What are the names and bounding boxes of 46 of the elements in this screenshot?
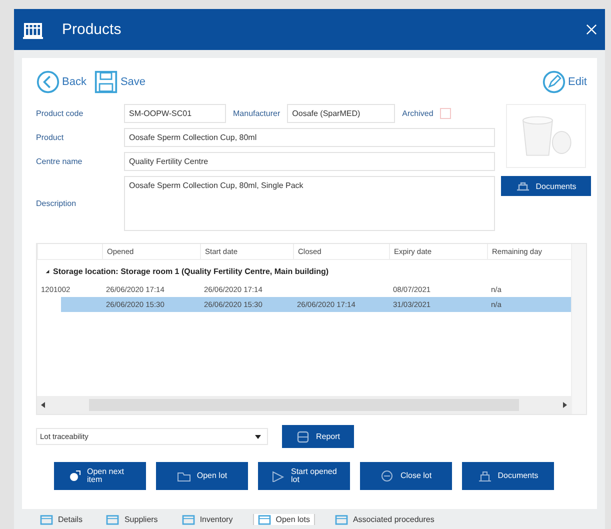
window-title: Products bbox=[62, 21, 122, 38]
group-header: Storage location: Storage room 1 (Quality Fertility Centre, Main building) bbox=[53, 266, 329, 276]
folder-icon bbox=[176, 470, 191, 482]
documents-button[interactable]: Documents bbox=[501, 176, 591, 196]
action-button[interactable]: Open lot bbox=[156, 462, 248, 490]
vertical-scrollbar[interactable] bbox=[571, 244, 586, 414]
caret-icon bbox=[255, 434, 261, 438]
close-icon[interactable] bbox=[586, 24, 597, 35]
right-arrow-icon[interactable] bbox=[563, 402, 567, 408]
report-button[interactable]: Report bbox=[282, 425, 354, 448]
expand-caret-icon[interactable] bbox=[45, 268, 50, 274]
action-button[interactable]: Start opened lot bbox=[258, 462, 350, 490]
tab[interactable]: Details bbox=[36, 514, 86, 524]
action-button[interactable]: Close lot bbox=[360, 462, 452, 490]
left-arrow-icon[interactable] bbox=[41, 402, 45, 408]
window-icon bbox=[258, 514, 271, 524]
manufacturer-field[interactable]: Oosafe (SparMED) bbox=[287, 104, 396, 123]
product-field[interactable]: Oosafe Sperm Collection Cup, 80ml bbox=[124, 128, 495, 147]
action-button[interactable]: Documents bbox=[462, 462, 554, 490]
window-icon bbox=[182, 514, 195, 524]
edit-button[interactable]: Edit bbox=[542, 70, 587, 94]
save-button[interactable]: Save bbox=[94, 70, 146, 94]
tab[interactable]: Associated procedures bbox=[330, 514, 438, 524]
window-icon bbox=[334, 514, 348, 524]
window-icon bbox=[106, 514, 120, 524]
field-label: Description bbox=[36, 198, 78, 210]
back-button[interactable]: Back bbox=[36, 70, 86, 94]
field-label: Product bbox=[36, 133, 65, 142]
archived-checkbox[interactable] bbox=[440, 108, 452, 119]
tray-icon bbox=[478, 470, 492, 482]
horizontal-scrollbar[interactable] bbox=[37, 396, 571, 414]
description-field[interactable]: Oosafe Sperm Collection Cup, 80ml, Single Pack bbox=[124, 176, 495, 231]
field-label: Product code bbox=[36, 109, 84, 118]
field-label: Archived bbox=[402, 109, 434, 118]
tab[interactable]: Inventory bbox=[178, 514, 237, 524]
tray-icon bbox=[516, 180, 530, 192]
minus-circle-icon bbox=[380, 470, 394, 482]
product-code-field[interactable]: SM-OOPW-SC01 bbox=[124, 104, 226, 123]
field-label: Manufacturer bbox=[233, 109, 280, 118]
centre-name-field[interactable]: Quality Fertility Centre bbox=[124, 152, 495, 171]
field-label: Centre name bbox=[36, 157, 84, 166]
tab[interactable]: Open lots bbox=[252, 514, 315, 524]
play-icon bbox=[271, 470, 285, 482]
tab[interactable]: Suppliers bbox=[102, 514, 162, 524]
action-button[interactable]: Open next item bbox=[54, 462, 146, 490]
window-icon bbox=[40, 514, 53, 524]
